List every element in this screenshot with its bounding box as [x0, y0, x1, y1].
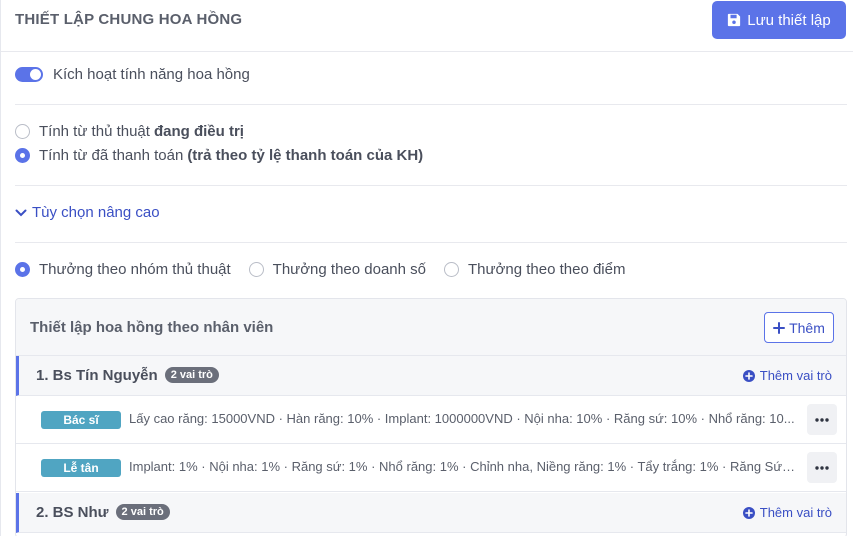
add-employee-button[interactable]: Thêm [764, 312, 834, 343]
advanced-options-toggle[interactable]: Tùy chọn nâng cao [15, 204, 160, 221]
more-horizontal-icon [815, 417, 829, 422]
employee-name-text: 1. Bs Tín Nguyễn [36, 367, 158, 384]
divider [15, 242, 847, 243]
radio-reward-points[interactable] [444, 262, 459, 277]
plus-circle-icon [742, 506, 755, 519]
card-header: Thiết lập hoa hồng theo nhân viên Thêm [16, 299, 846, 356]
calc-option-paid-text: Tính từ đã thanh toán [39, 147, 184, 164]
calc-option-treatment-bold: đang điều trị [153, 123, 244, 140]
enable-commission-row[interactable]: Kích hoạt tính năng hoa hồng [15, 66, 250, 83]
employee-name: 1. Bs Tín Nguyễn 2 vai trò [36, 367, 219, 384]
role-row: Bác sĩ Lấy cao răng: 15000VND · Hàn răng… [16, 396, 846, 444]
employee-name: 2. BS Như 2 vai trò [36, 504, 170, 521]
reward-options: Thưởng theo nhóm thủ thuật Thưởng theo d… [15, 261, 643, 278]
page-header: THIẾT LẬP CHUNG HOA HỒNG Lưu thiết lập [1, 0, 853, 52]
role-commission-summary: Implant: 1% · Nội nha: 1% · Răng sứ: 1% … [129, 459, 797, 474]
divider [15, 185, 847, 186]
role-count-badge: 2 vai trò [115, 504, 170, 520]
add-button-label: Thêm [789, 319, 825, 336]
role-more-button[interactable] [807, 452, 837, 483]
employee-row[interactable]: 1. Bs Tín Nguyễn 2 vai trò Thêm vai trò [16, 356, 846, 396]
add-role-button[interactable]: Thêm vai trò [742, 505, 832, 520]
chevron-down-icon [15, 209, 27, 216]
save-settings-button[interactable]: Lưu thiết lập [712, 1, 846, 39]
role-commission-summary: Lấy cao răng: 15000VND · Hàn răng: 10% ·… [129, 411, 795, 426]
save-icon [728, 13, 741, 27]
radio-reward-revenue[interactable] [248, 262, 264, 277]
role-count-badge: 2 vai trò [164, 367, 219, 383]
commission-settings-page: THIẾT LẬP CHUNG HOA HỒNG Lưu thiết lập K… [0, 0, 853, 536]
role-row: Lễ tân Implant: 1% · Nội nha: 1% · Răng … [16, 444, 846, 492]
plus-icon [773, 321, 786, 334]
enable-commission-toggle[interactable] [15, 67, 43, 82]
calc-option-treatment-text: Tính từ thủ thuật [39, 123, 150, 140]
reward-option-label: Thưởng theo theo điểm [468, 261, 626, 278]
add-role-label: Thêm vai trò [759, 368, 832, 383]
add-role-button[interactable]: Thêm vai trò [742, 368, 832, 383]
radio-reward-procedure-group[interactable] [15, 262, 30, 277]
more-horizontal-icon [815, 465, 829, 470]
role-more-button[interactable] [807, 404, 837, 435]
calc-option-paid-bold: (trả theo tỷ lệ thanh toán của KH) [187, 147, 424, 164]
reward-option-label: Thưởng theo doanh số [272, 261, 426, 278]
calc-option-treatment[interactable]: Tính từ thủ thuật đang điều trị [15, 123, 244, 140]
advanced-options-label: Tùy chọn nâng cao [32, 204, 160, 221]
role-badge: Lễ tân [41, 459, 121, 477]
page-title: THIẾT LẬP CHUNG HOA HỒNG [15, 11, 243, 28]
radio-calc-paid[interactable] [15, 148, 30, 163]
employee-name-text: 2. BS Như [36, 504, 109, 521]
reward-option-revenue[interactable]: Thưởng theo doanh số [248, 261, 426, 278]
divider [15, 104, 847, 105]
role-badge: Bác sĩ [41, 411, 121, 429]
calc-option-paid[interactable]: Tính từ đã thanh toán (trả theo tỷ lệ th… [15, 147, 423, 164]
employee-row[interactable]: 2. BS Như 2 vai trò Thêm vai trò [16, 493, 846, 533]
reward-option-points[interactable]: Thưởng theo theo điểm [444, 261, 625, 278]
enable-commission-label: Kích hoạt tính năng hoa hồng [53, 66, 250, 83]
save-button-label: Lưu thiết lập [747, 11, 831, 29]
add-role-label: Thêm vai trò [759, 505, 832, 520]
employee-commission-card: Thiết lập hoa hồng theo nhân viên Thêm 1… [15, 298, 847, 536]
radio-calc-treatment[interactable] [15, 124, 30, 139]
reward-option-procedure-group[interactable]: Thưởng theo nhóm thủ thuật [15, 261, 231, 278]
plus-circle-icon [742, 369, 755, 382]
reward-option-label: Thưởng theo nhóm thủ thuật [39, 261, 231, 278]
card-title: Thiết lập hoa hồng theo nhân viên [30, 319, 274, 336]
